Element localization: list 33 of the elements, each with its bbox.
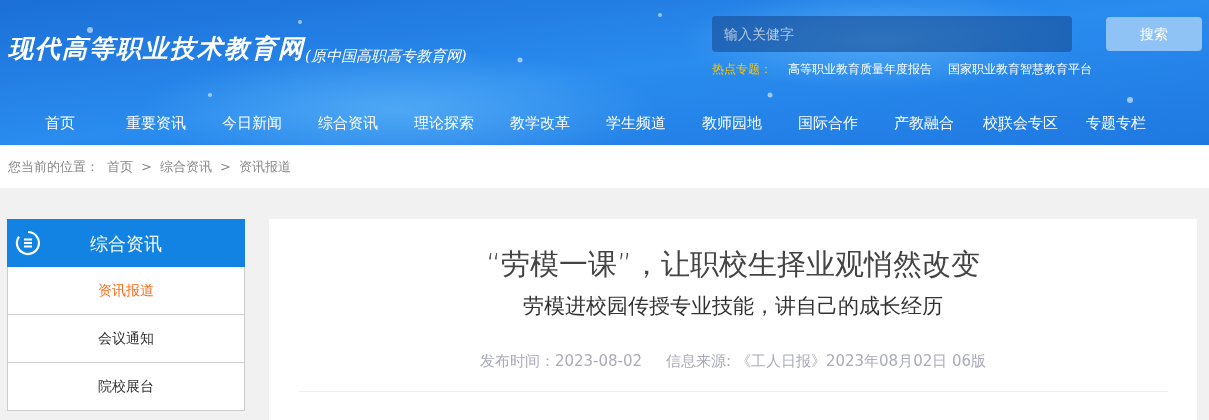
article-title: “劳模一课”，让职校生择业观悄然改变 (485, 246, 981, 283)
menu-icon (15, 230, 41, 256)
sidebar-title: 综合资讯 (89, 231, 163, 256)
nav-link[interactable]: 综合资讯 (318, 114, 378, 131)
nav-link[interactable]: 理论探索 (414, 114, 474, 131)
publish-date: 发布时间：2023-08-02 (479, 351, 643, 372)
nav-link[interactable]: 专题专栏 (1086, 114, 1146, 131)
breadcrumb-separator: > (141, 157, 152, 176)
sidebar-item[interactable]: 资讯报道 (7, 267, 245, 315)
search-field[interactable]: 输入关健字 (712, 16, 1072, 52)
nav-link[interactable]: 重要资讯 (126, 114, 186, 131)
nav-link[interactable]: 教学改革 (510, 114, 570, 131)
nav-link[interactable]: 首页 (45, 114, 75, 131)
breadcrumb-separator: > (219, 157, 231, 176)
hot-topic-link[interactable]: 高等职业教育质量年度报告 (788, 60, 932, 78)
hot-topic-link[interactable]: 国家职业教育智慧教育平台 (948, 60, 1092, 78)
breadcrumb-link[interactable]: 首页 (107, 156, 133, 177)
site-title: 现代高等职业技术教育网 (8, 32, 305, 65)
article-subtitle: 劳模进校园传授专业技能，讲自己的成长经历 (523, 292, 943, 320)
hot-topics-label: 热点专题： (712, 61, 772, 78)
breadcrumb-link[interactable]: 资讯报道 (238, 156, 291, 177)
nav-link[interactable]: 教师园地 (702, 114, 762, 131)
article-source: 信息来源: 《工人日报》2023年08月02日 06版 (666, 351, 987, 372)
nav-link[interactable]: 今日新闻 (222, 114, 282, 131)
site-subtitle: (原中国高职高专教育网) (305, 46, 467, 67)
nav-link[interactable]: 国际合作 (798, 114, 858, 131)
nav-link[interactable]: 校联会专区 (982, 114, 1058, 131)
sidebar-item[interactable]: 会议通知 (7, 315, 245, 363)
breadcrumb-label: 您当前的位置： (8, 157, 99, 176)
nav-link[interactable]: 学生频道 (606, 114, 666, 131)
nav-link[interactable]: 产教融合 (894, 114, 954, 131)
breadcrumb-link[interactable]: 综合资讯 (159, 156, 212, 177)
sidebar-item[interactable]: 院校展台 (7, 363, 245, 411)
